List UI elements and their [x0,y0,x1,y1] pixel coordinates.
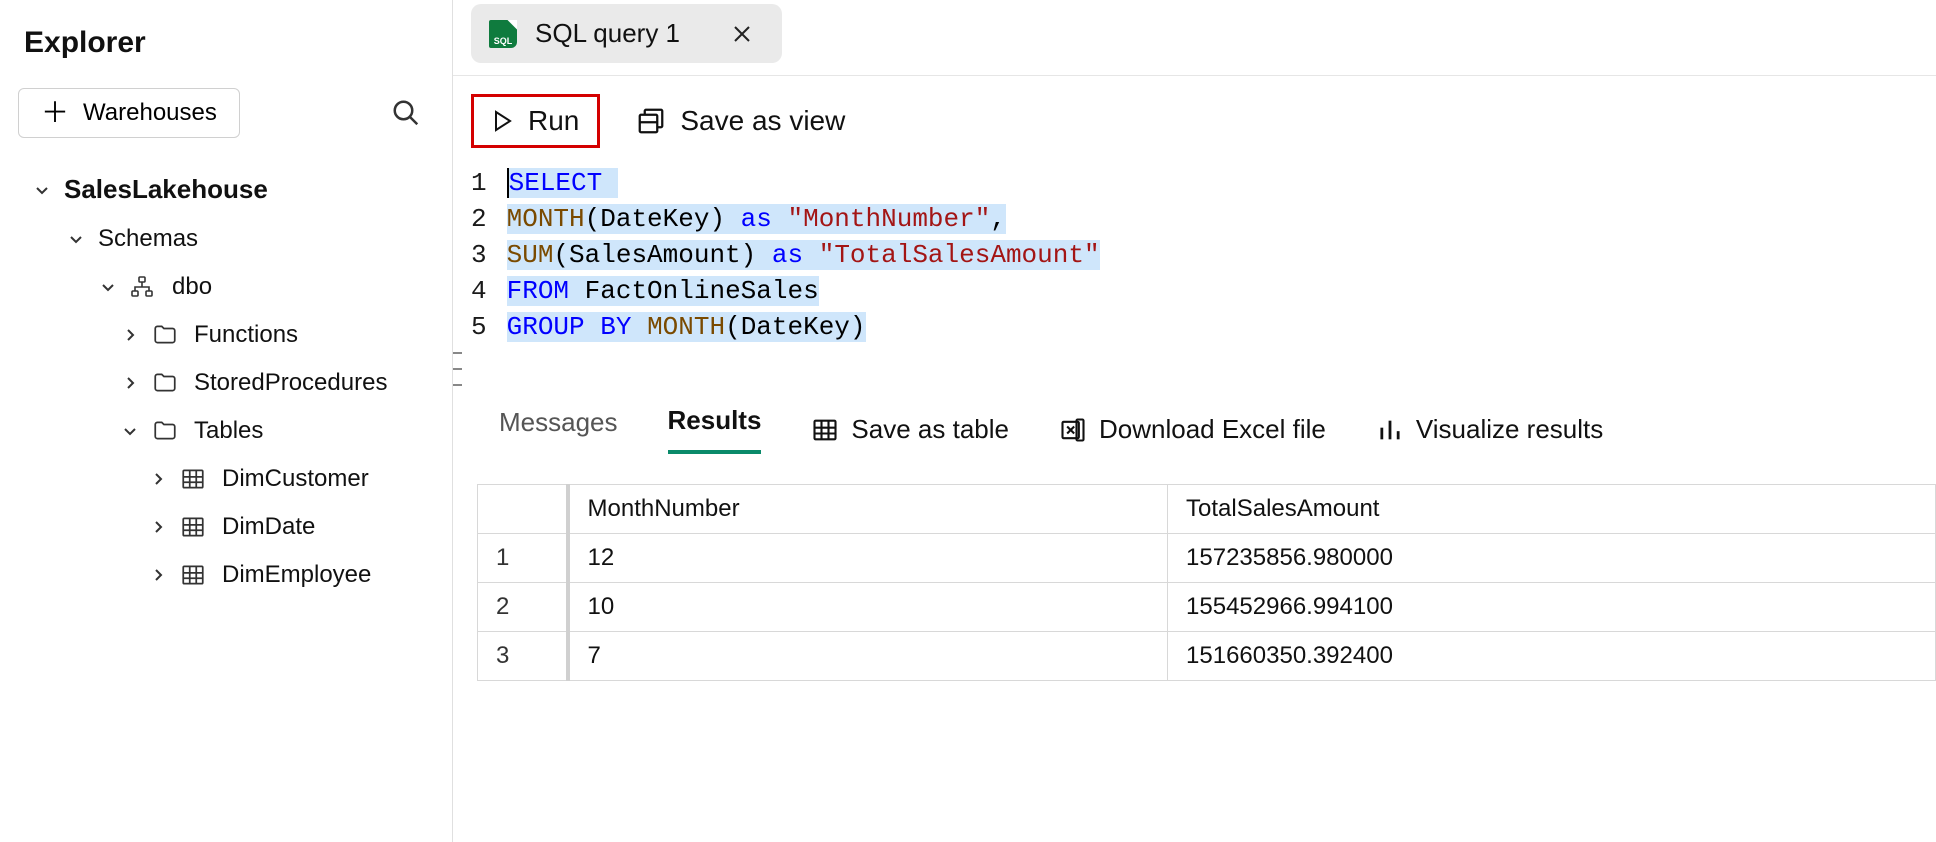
tab-label: SQL query 1 [535,18,680,49]
search-button[interactable] [385,92,427,134]
tree-lakehouse[interactable]: SalesLakehouse [18,164,441,215]
explorer-title: Explorer [24,26,441,60]
download-excel-button[interactable]: Download Excel file [1059,414,1326,445]
code-area[interactable]: SELECT MONTH(DateKey) as "MonthNumber", … [507,166,1100,345]
table-label: DimEmployee [222,561,371,589]
run-label: Run [528,105,579,137]
editor-toolbar: Run Save as view [453,76,1936,166]
table-icon [180,514,210,540]
table-label: DimDate [222,513,315,541]
visualize-results-button[interactable]: Visualize results [1376,414,1603,445]
editor-tabstrip: SQL SQL query 1 [453,0,1936,76]
chevron-right-icon [150,471,168,487]
line-number: 1 [471,166,487,202]
row-number: 1 [478,534,568,583]
functions-label: Functions [194,321,298,349]
table-row[interactable]: 2 10 155452966.994100 [478,583,1936,632]
save-as-view-button[interactable]: Save as view [636,105,845,137]
search-icon [391,98,421,128]
chevron-down-icon [34,182,52,198]
tree-schema-dbo[interactable]: dbo [18,263,441,311]
sql-editor[interactable]: 1 2 3 4 5 SELECT MONTH(DateKey) as "Mont… [453,166,1936,345]
cell[interactable]: 151660350.392400 [1168,632,1936,681]
tree-storedprocedures[interactable]: StoredProcedures [18,359,441,407]
table-row[interactable]: 3 7 151660350.392400 [478,632,1936,681]
chevron-down-icon [100,279,118,295]
warehouses-button[interactable]: ＋ Warehouses [18,88,240,138]
row-number: 3 [478,632,568,681]
save-as-table-button[interactable]: Save as table [811,414,1009,445]
table-icon [811,416,839,444]
main-pane: SQL SQL query 1 Run Save as view 1 2 3 [452,0,1936,842]
save-as-table-label: Save as table [851,414,1009,445]
cell[interactable]: 155452966.994100 [1168,583,1936,632]
row-number: 2 [478,583,568,632]
folder-icon [152,370,182,396]
column-header[interactable]: MonthNumber [568,485,1168,534]
tree-tables[interactable]: Tables [18,407,441,455]
cell[interactable]: 157235856.980000 [1168,534,1936,583]
cell[interactable]: 12 [568,534,1168,583]
results-tab[interactable]: Results [668,405,762,454]
tables-label: Tables [194,417,263,445]
play-icon [492,109,514,133]
folder-icon [152,322,182,348]
row-number-header [478,485,568,534]
chevron-right-icon [122,327,140,343]
visualize-results-label: Visualize results [1416,414,1603,445]
excel-icon [1059,416,1087,444]
bar-chart-icon [1376,416,1404,444]
tree-functions[interactable]: Functions [18,311,441,359]
storedprocedures-label: StoredProcedures [194,369,387,397]
table-icon [180,466,210,492]
sql-file-icon: SQL [489,20,517,48]
warehouses-label: Warehouses [83,99,217,127]
table-row[interactable]: 1 12 157235856.980000 [478,534,1936,583]
save-view-icon [636,106,666,136]
tree-table-dimcustomer[interactable]: DimCustomer [18,455,441,503]
messages-tab[interactable]: Messages [499,407,618,452]
schemas-label: Schemas [98,225,198,253]
results-toolbar: Messages Results Save as table Download … [453,345,1936,464]
cell[interactable]: 7 [568,632,1168,681]
cell[interactable]: 10 [568,583,1168,632]
download-excel-label: Download Excel file [1099,414,1326,445]
folder-icon [152,418,182,444]
close-icon [732,24,752,44]
chevron-right-icon [150,567,168,583]
editor-tab[interactable]: SQL SQL query 1 [471,4,782,63]
table-icon [180,562,210,588]
line-number: 4 [471,274,487,310]
tree-schemas[interactable]: Schemas [18,215,441,263]
line-number: 2 [471,202,487,238]
column-header[interactable]: TotalSalesAmount [1168,485,1936,534]
schema-label: dbo [172,273,212,301]
save-as-view-label: Save as view [680,105,845,137]
lakehouse-label: SalesLakehouse [64,174,268,205]
tree-table-dimemployee[interactable]: DimEmployee [18,551,441,599]
results-grid[interactable]: MonthNumber TotalSalesAmount 1 12 157235… [477,484,1936,681]
run-button[interactable]: Run [471,94,600,148]
close-tab-button[interactable] [726,23,758,45]
line-number-gutter: 1 2 3 4 5 [471,166,507,345]
chevron-down-icon [68,231,86,247]
tree-table-dimdate[interactable]: DimDate [18,503,441,551]
object-tree: SalesLakehouse Schemas dbo Functions Sto… [18,164,441,599]
line-number: 3 [471,238,487,274]
schema-icon [130,275,160,299]
chevron-down-icon [122,423,140,439]
line-number: 5 [471,310,487,346]
chevron-right-icon [150,519,168,535]
plus-icon: ＋ [41,99,69,127]
explorer-sidebar: Explorer ＋ Warehouses SalesLakehouse Sch… [0,0,452,842]
table-label: DimCustomer [222,465,369,493]
chevron-right-icon [122,375,140,391]
